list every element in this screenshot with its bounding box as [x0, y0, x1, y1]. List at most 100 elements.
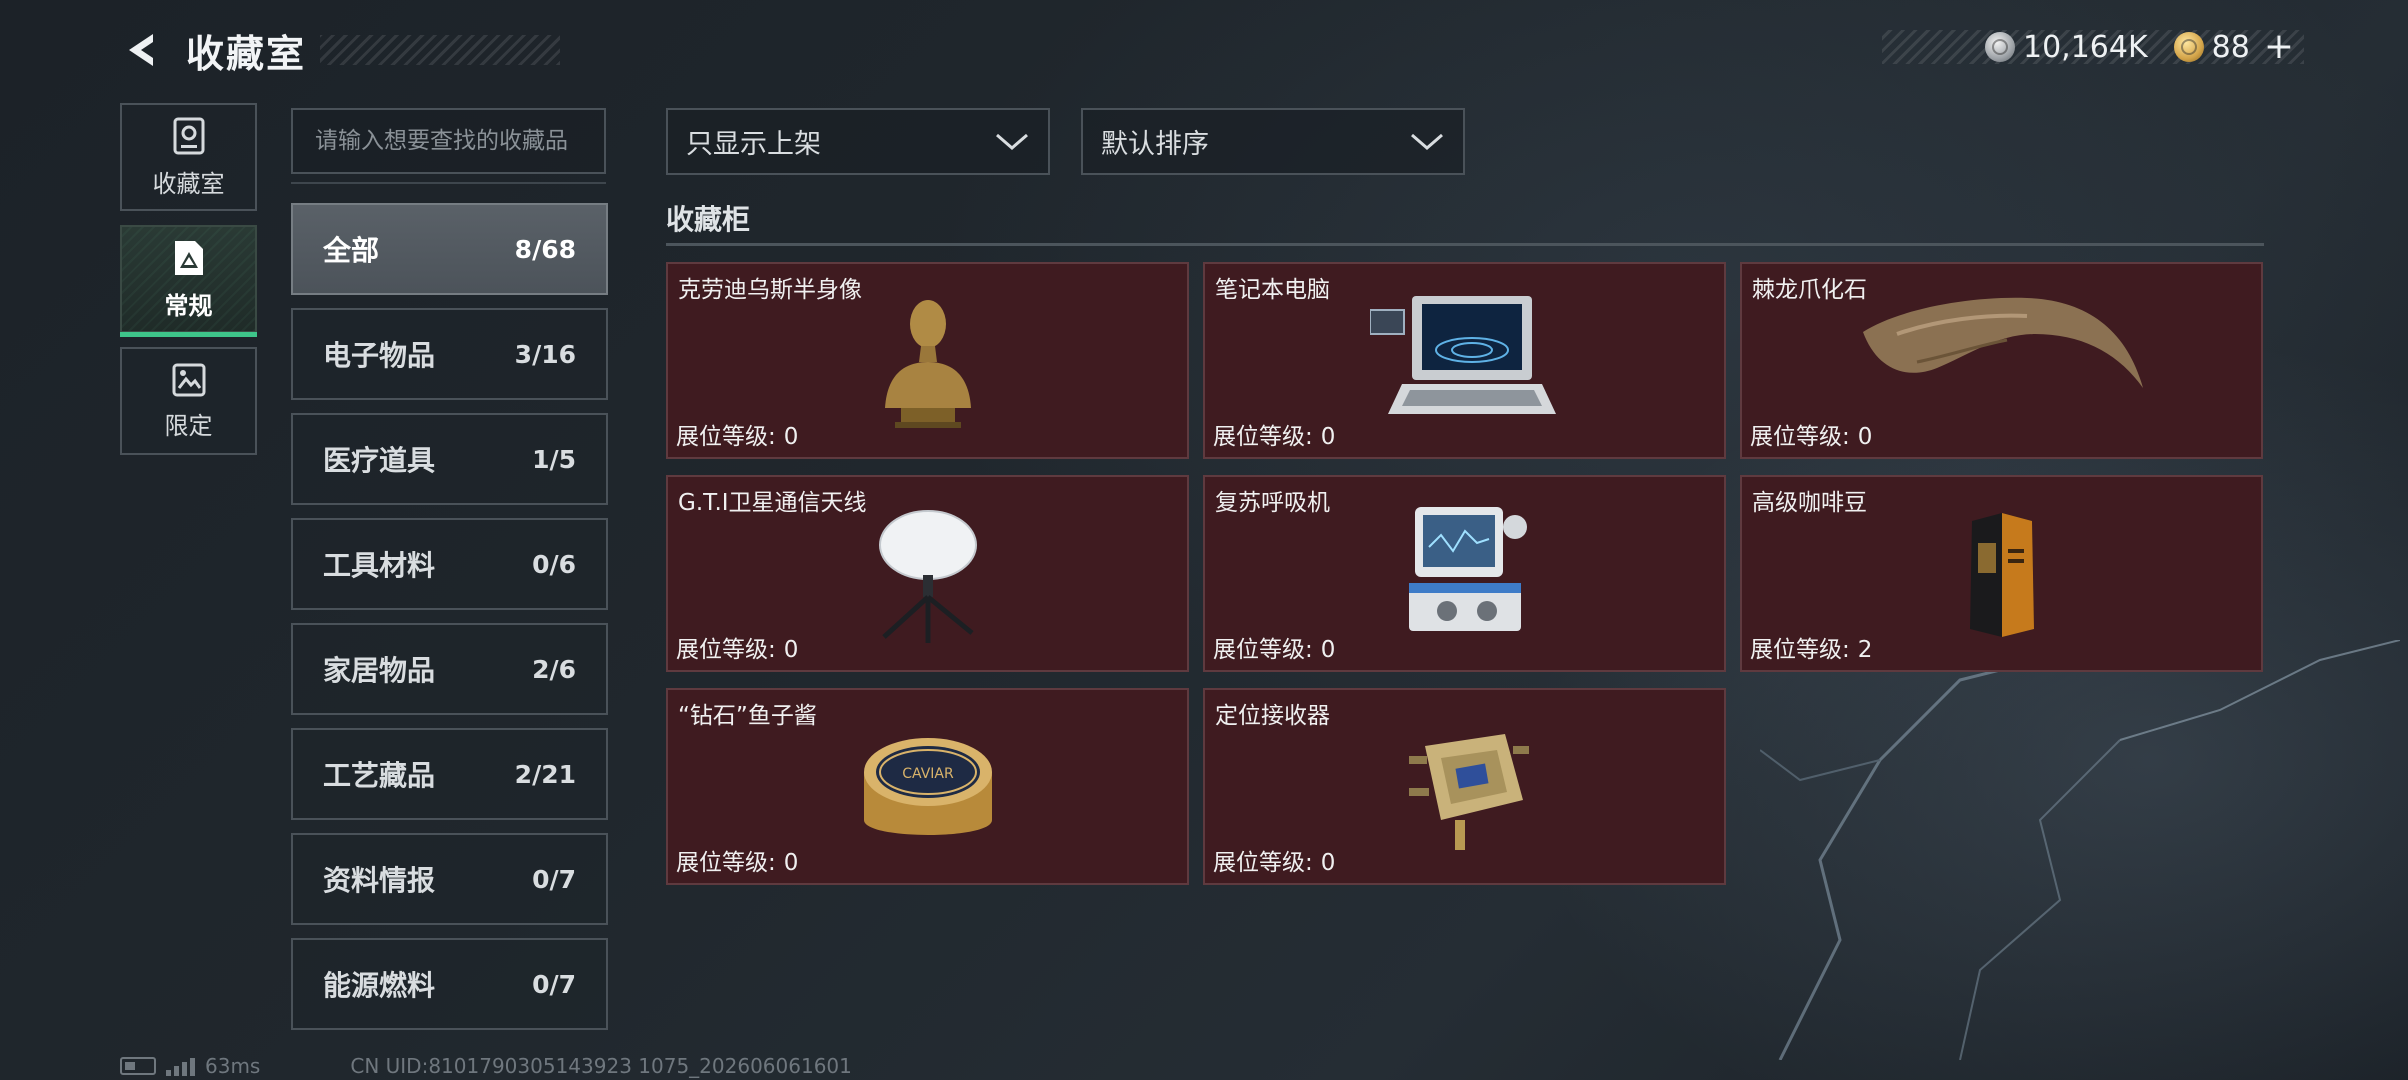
- battery-icon: [120, 1057, 156, 1075]
- claw-fossil-icon: [1862, 297, 2143, 388]
- item-name: 高级咖啡豆: [1752, 490, 1867, 516]
- item-level: 展位等级: 0: [1213, 417, 1335, 451]
- item-name: 笔记本电脑: [1215, 277, 1330, 303]
- chevron-down-icon: [1411, 133, 1443, 150]
- side-tab-limited[interactable]: 限定: [120, 347, 257, 455]
- category-count: 0/6: [532, 549, 576, 579]
- level-label: 展位等级:: [1213, 850, 1313, 876]
- category-crafts[interactable]: 工艺藏品 2/21: [291, 728, 608, 820]
- collection-item-card[interactable]: 笔记本电脑 展位等级: 0: [1203, 262, 1726, 459]
- item-level: 展位等级: 2: [1750, 630, 1872, 664]
- section-title: 收藏柜: [666, 203, 751, 236]
- item-name: G.T.I卫星通信天线: [678, 490, 867, 516]
- category-name: 工艺藏品: [323, 759, 436, 792]
- category-medical[interactable]: 医疗道具 1/5: [291, 413, 608, 505]
- level-value: 0: [783, 637, 799, 663]
- category-name: 资料情报: [323, 864, 436, 897]
- category-name: 全部: [323, 234, 380, 267]
- level-value: 0: [1857, 424, 1873, 450]
- section-divider: [666, 243, 2264, 246]
- page-title: 收藏室: [186, 31, 307, 76]
- gold-currency-value: 88: [2211, 29, 2250, 65]
- collection-item-card[interactable]: G.T.I卫星通信天线 展位等级: 0: [666, 475, 1189, 672]
- back-button[interactable]: [120, 27, 166, 73]
- level-label: 展位等级:: [1750, 424, 1850, 450]
- header: 收藏室: [120, 22, 561, 78]
- item-name: 克劳迪乌斯半身像: [678, 277, 862, 303]
- category-name: 工具材料: [323, 549, 436, 582]
- uid-text: CN UID:8101790305143923 1075_20260606160…: [350, 1054, 852, 1078]
- currency-bar: 10,164K 88 +: [1882, 29, 2304, 65]
- collection-item-card[interactable]: 复苏呼吸机 展位等级: 0: [1203, 475, 1726, 672]
- back-arrow-icon: [129, 34, 153, 66]
- bust-icon: [884, 300, 971, 428]
- category-energy[interactable]: 能源燃料 0/7: [291, 938, 608, 1030]
- category-list: 全部 8/68 电子物品 3/16 医疗道具 1/5 工具材料 0/6 家居物品…: [291, 203, 608, 1043]
- collection-item-card[interactable]: 克劳迪乌斯半身像 展位等级: 0: [666, 262, 1189, 459]
- add-currency-button[interactable]: +: [2264, 29, 2294, 65]
- side-tab-label: 限定: [164, 411, 213, 440]
- level-value: 2: [1857, 637, 1873, 663]
- category-name: 家居物品: [323, 654, 436, 687]
- level-label: 展位等级:: [676, 850, 776, 876]
- category-count: 2/21: [514, 759, 576, 789]
- listing-filter-dropdown[interactable]: 只显示上架: [666, 108, 1050, 175]
- ventilator-icon: [1408, 507, 1527, 631]
- category-electronics[interactable]: 电子物品 3/16: [291, 308, 608, 400]
- category-count: 8/68: [514, 234, 576, 264]
- item-level: 展位等级: 0: [1213, 630, 1335, 664]
- caviar-tin-icon: CAVIAR: [863, 738, 992, 835]
- item-name: 定位接收器: [1215, 703, 1330, 729]
- category-tools[interactable]: 工具材料 0/6: [291, 518, 608, 610]
- side-tab-collection-room[interactable]: 收藏室: [120, 103, 257, 211]
- category-all[interactable]: 全部 8/68: [291, 203, 608, 295]
- collection-item-card[interactable]: 高级咖啡豆 展位等级: 2: [1740, 475, 2263, 672]
- level-value: 0: [783, 424, 799, 450]
- item-name: 复苏呼吸机: [1215, 490, 1330, 516]
- status-bar: 63ms CN UID:8101790305143923 1075_202606…: [120, 1052, 852, 1080]
- ping-value: 63ms: [205, 1054, 261, 1078]
- category-name: 医疗道具: [323, 444, 436, 477]
- side-tab-bar: 收藏室 常规 限定: [120, 103, 257, 469]
- level-label: 展位等级:: [1213, 637, 1313, 663]
- search-input[interactable]: [291, 108, 606, 174]
- item-name: 棘龙爪化石: [1752, 277, 1867, 303]
- category-count: 0/7: [532, 864, 576, 894]
- collection-item-card[interactable]: 定位接收器 展位等级: 0: [1203, 688, 1726, 885]
- level-label: 展位等级:: [1213, 424, 1313, 450]
- laptop-icon: [1369, 296, 1556, 414]
- side-tab-label: 常规: [164, 291, 213, 320]
- silver-currency-value: 10,164K: [2022, 29, 2148, 65]
- background-crack-decoration: [1760, 640, 2400, 1060]
- category-intel[interactable]: 资料情报 0/7: [291, 833, 608, 925]
- category-count: 3/16: [514, 339, 576, 369]
- item-level: 展位等级: 0: [676, 630, 798, 664]
- item-level: 展位等级: 0: [676, 843, 798, 877]
- item-name: “钻石”鱼子酱: [678, 703, 817, 729]
- coffee-bag-icon: [1969, 513, 2034, 637]
- item-level: 展位等级: 0: [1750, 417, 1872, 451]
- collection-item-card[interactable]: 棘龙爪化石 展位等级: 0: [1740, 262, 2263, 459]
- sort-dropdown[interactable]: 默认排序: [1081, 108, 1465, 175]
- item-level: 展位等级: 0: [676, 417, 798, 451]
- category-name: 能源燃料: [323, 969, 436, 1002]
- gold-coin-icon: [2173, 32, 2204, 62]
- gps-receiver-icon: [1408, 734, 1529, 850]
- category-count: 0/7: [532, 969, 576, 999]
- side-tab-regular[interactable]: 常规: [120, 225, 257, 337]
- level-value: 0: [783, 850, 799, 876]
- dropdown-value: 默认排序: [1101, 129, 1209, 160]
- category-count: 1/5: [532, 444, 576, 474]
- chevron-down-icon: [996, 133, 1028, 150]
- level-value: 0: [1320, 637, 1336, 663]
- category-name: 电子物品: [323, 339, 436, 372]
- picture-icon: [172, 363, 205, 396]
- item-level: 展位等级: 0: [1213, 843, 1335, 877]
- category-household[interactable]: 家居物品 2/6: [291, 623, 608, 715]
- level-label: 展位等级:: [676, 637, 776, 663]
- caviar-label: CAVIAR: [902, 766, 954, 782]
- cabinet-icon: [173, 117, 204, 154]
- signal-icon: [166, 1056, 195, 1076]
- collection-item-card[interactable]: “钻石”鱼子酱 CAVIAR 展位等级: 0: [666, 688, 1189, 885]
- dropdown-value: 只显示上架: [686, 129, 821, 160]
